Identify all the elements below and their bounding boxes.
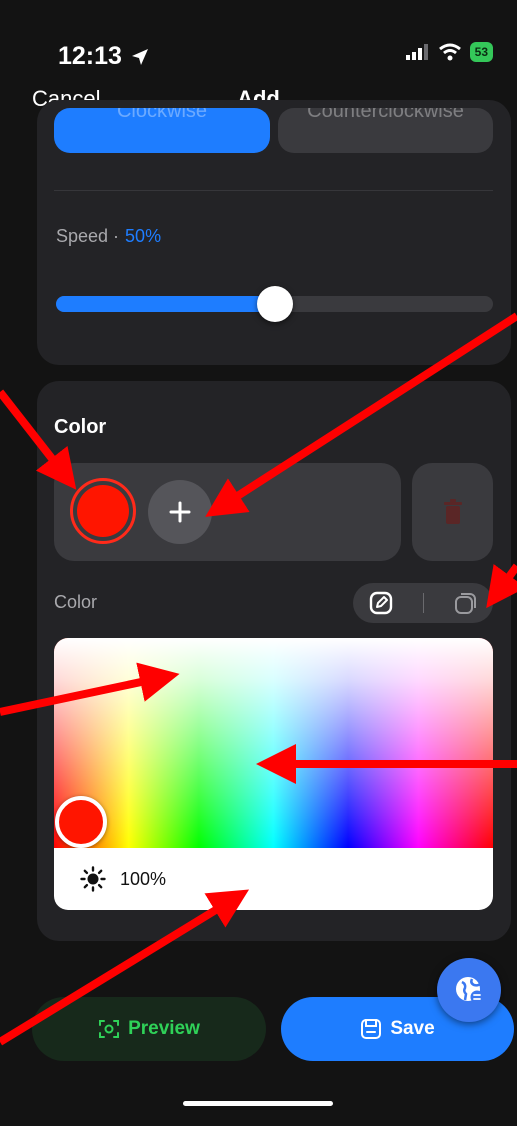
preview-button[interactable]: Preview [32,997,266,1061]
floating-globe-button[interactable] [437,958,501,1022]
pencil-edit-icon[interactable] [368,590,394,616]
speed-slider-fill [56,296,275,312]
speed-label-row: Speed · 50% [56,226,161,247]
saturation-gradient [54,638,493,848]
sun-icon [80,866,106,892]
add-color-button[interactable] [148,480,212,544]
globe-swap-icon [456,977,484,1004]
brightness-value: 100% [120,868,167,889]
save-icon [361,1019,382,1039]
preview-eye-icon [99,1020,120,1038]
clockwise-label: Clockwise [116,108,208,122]
color-swatch-dot [77,485,129,537]
color-heading: Color [54,416,107,438]
status-indicators: 53 [405,42,493,62]
home-indicator [183,1101,333,1106]
battery-indicator: 53 [469,42,493,62]
divider [54,190,493,191]
delete-color-button[interactable] [412,463,493,561]
copy-icon[interactable] [453,590,479,616]
clockwise-option[interactable]: Clockwise [54,108,270,153]
color-picker-handle[interactable] [55,796,107,848]
mode-separator [422,593,424,613]
cellular-signal-icon [405,44,428,60]
counterclockwise-option[interactable]: Counterclockwise [278,108,493,153]
color-swatch-selected[interactable] [70,478,136,544]
counterclockwise-label: Counterclockwise [307,108,464,122]
plus-icon [169,501,191,523]
picker-mode-toggle [353,583,493,623]
status-time: 12:13 [58,42,150,71]
speed-slider-thumb[interactable] [256,286,293,322]
color-picker-label: Color [54,592,98,612]
location-arrow-icon [131,48,148,65]
trash-icon [443,499,462,524]
brightness-bar[interactable]: 100% [54,848,493,910]
preview-label: Preview [128,1018,200,1039]
color-picker-canvas[interactable] [54,638,493,848]
speed-value: 50% [125,226,162,246]
save-label: Save [390,1018,435,1039]
speed-label: Speed · [56,226,120,246]
status-time-text: 12:13 [58,42,122,70]
wifi-icon [438,43,461,61]
